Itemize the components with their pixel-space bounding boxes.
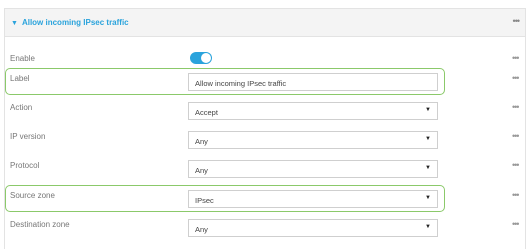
protocol-label: Protocol xyxy=(10,161,40,170)
protocol-select[interactable]: Any ▼ xyxy=(188,160,438,178)
destination-zone-select[interactable]: Any ▼ xyxy=(188,219,438,237)
label-more-icon[interactable]: ••• xyxy=(512,73,520,83)
destination-zone-label: Destination zone xyxy=(10,220,70,229)
section-more-icon[interactable]: ••• xyxy=(513,16,521,26)
label-input-value: Allow incoming IPsec traffic xyxy=(195,79,287,88)
dropdown-arrow-icon: ▼ xyxy=(425,195,431,201)
source-zone-select[interactable]: IPsec ▼ xyxy=(188,190,438,208)
caret-down-icon: ▼ xyxy=(11,20,18,27)
ip-version-select-value: Any xyxy=(195,137,208,146)
source-zone-label: Source zone xyxy=(10,191,55,200)
label-input[interactable]: Allow incoming IPsec traffic xyxy=(188,73,438,91)
action-label: Action xyxy=(10,103,33,112)
ip-version-select[interactable]: Any ▼ xyxy=(188,131,438,149)
dropdown-arrow-icon: ▼ xyxy=(425,107,431,113)
section-title-text: Allow incoming IPsec traffic xyxy=(21,18,129,27)
firewall-rule-panel: ▼ Allow incoming IPsec traffic ••• xyxy=(4,8,526,249)
enable-toggle[interactable] xyxy=(190,52,212,64)
dropdown-arrow-icon: ▼ xyxy=(425,165,431,171)
section-header[interactable]: ▼ Allow incoming IPsec traffic ••• xyxy=(5,9,525,37)
dropdown-arrow-icon: ▼ xyxy=(425,136,431,142)
label-label: Label xyxy=(10,74,30,83)
toggle-knob xyxy=(201,53,211,63)
destination-zone-more-icon[interactable]: ••• xyxy=(512,219,520,229)
protocol-more-icon[interactable]: ••• xyxy=(512,160,520,170)
ip-version-more-icon[interactable]: ••• xyxy=(512,131,520,141)
action-more-icon[interactable]: ••• xyxy=(512,102,520,112)
action-select[interactable]: Accept ▼ xyxy=(188,102,438,120)
enable-label: Enable xyxy=(10,54,35,63)
destination-zone-select-value: Any xyxy=(195,225,208,234)
dropdown-arrow-icon: ▼ xyxy=(425,224,431,230)
section-title[interactable]: ▼ Allow incoming IPsec traffic xyxy=(11,18,129,27)
action-select-value: Accept xyxy=(195,108,218,117)
source-zone-more-icon[interactable]: ••• xyxy=(512,190,520,200)
protocol-select-value: Any xyxy=(195,166,208,175)
ip-version-label: IP version xyxy=(10,132,46,141)
enable-more-icon[interactable]: ••• xyxy=(512,53,520,63)
source-zone-select-value: IPsec xyxy=(195,196,214,205)
